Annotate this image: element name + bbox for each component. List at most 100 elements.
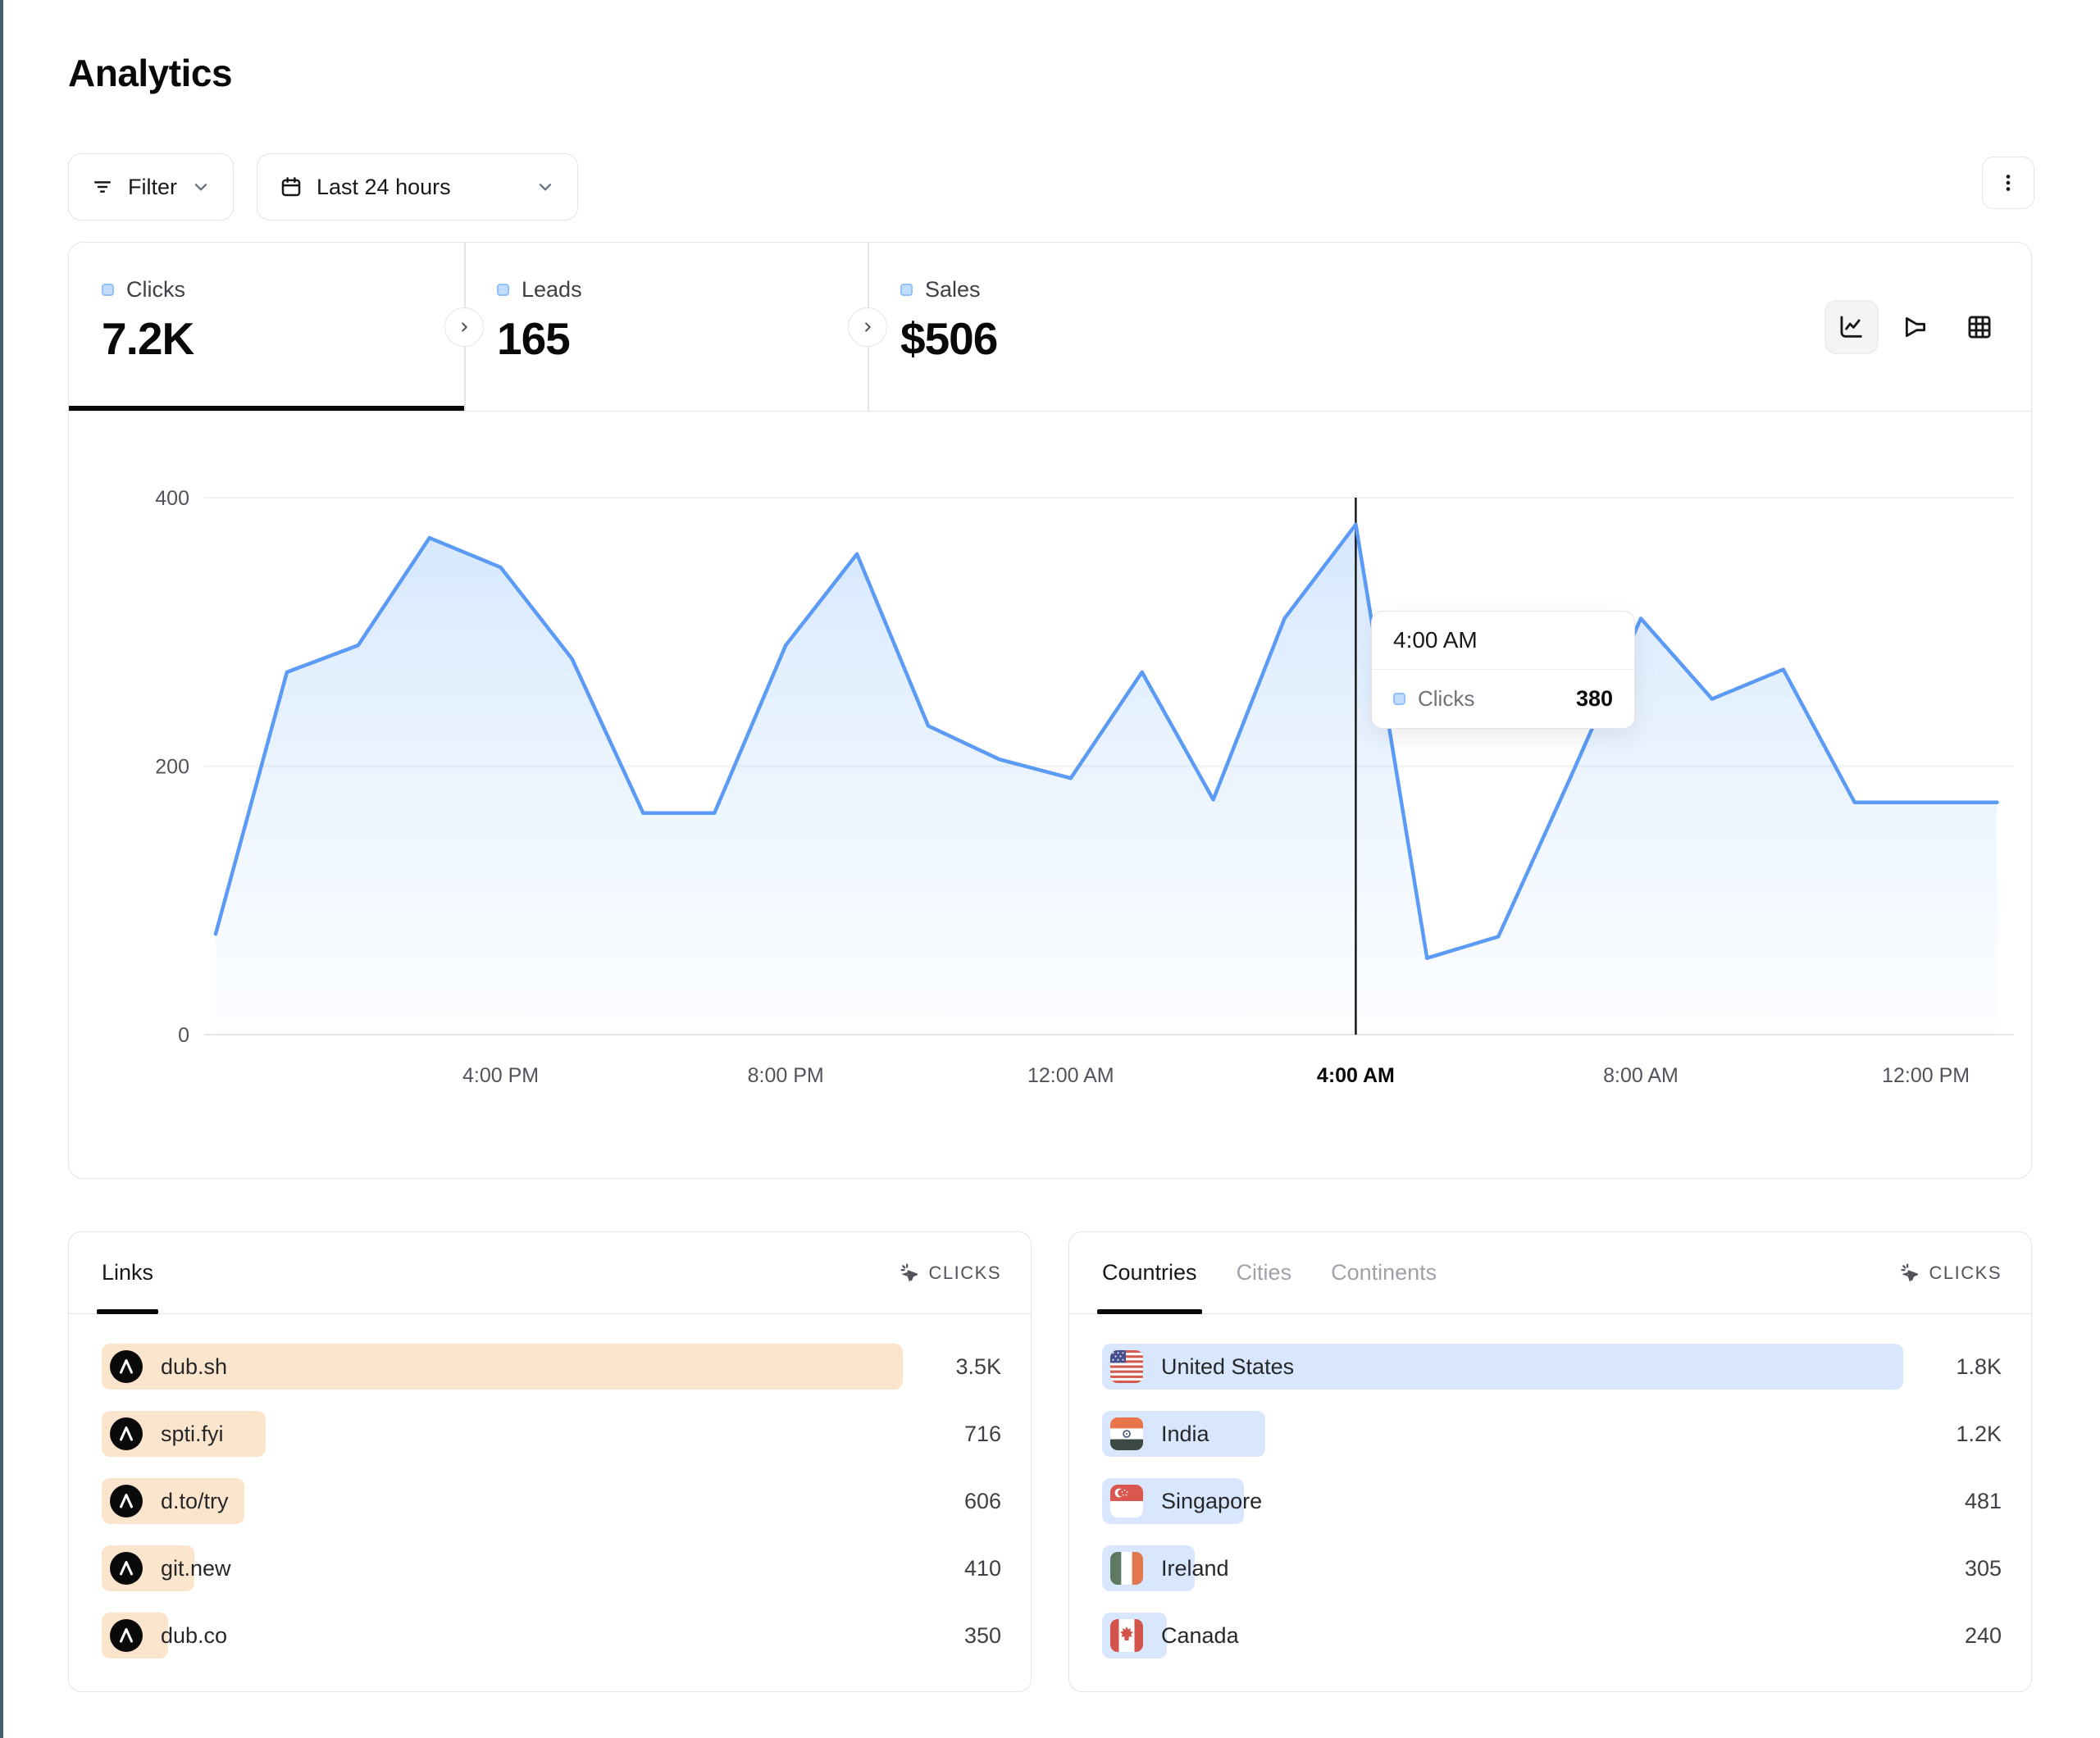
row-name: Singapore: [1161, 1489, 1262, 1514]
tab-clicks[interactable]: Clicks 7.2K: [69, 243, 464, 411]
row-value: 716: [964, 1411, 1001, 1457]
page-title: Analytics: [68, 51, 232, 95]
chevron-right-icon: [859, 318, 877, 336]
list-item[interactable]: git.new 410: [102, 1545, 1001, 1591]
svg-text:400: 400: [155, 487, 189, 510]
list-item[interactable]: dub.sh 3.5K: [102, 1344, 1001, 1390]
date-range-button[interactable]: Last 24 hours: [257, 153, 578, 221]
row-name: spti.fyi: [161, 1422, 224, 1447]
list-item[interactable]: Singapore 481: [1102, 1478, 2002, 1524]
row-value: 350: [964, 1613, 1001, 1658]
area-chart-canvas[interactable]: 0 200 400 4:00 PM 8:00 PM 12:00 AM 4:00 AM 8:00…: [69, 412, 2032, 1179]
stats-row: Clicks 7.2K Leads 165 Sales $506: [69, 243, 2031, 412]
svg-text:0: 0: [178, 1024, 189, 1047]
svg-text:12:00 AM: 12:00 AM: [1027, 1064, 1114, 1087]
table-view-button[interactable]: [1952, 300, 2007, 354]
list-item[interactable]: spti.fyi 716: [102, 1411, 1001, 1457]
line-chart-icon: [1838, 313, 1865, 341]
more-options-button[interactable]: [1982, 157, 2034, 209]
cursor-click-icon: [1899, 1262, 1921, 1284]
filter-button-label: Filter: [128, 175, 177, 200]
left-edge-accent: [0, 0, 3, 1738]
filter-button[interactable]: Filter: [68, 153, 234, 221]
row-value: 481: [1965, 1478, 2002, 1524]
filter-icon: [90, 175, 115, 199]
expand-leads-button[interactable]: [848, 307, 887, 347]
tooltip-value: 380: [1576, 686, 1613, 712]
row-value: 1.8K: [1956, 1344, 2002, 1390]
tab-continents[interactable]: Continents: [1331, 1232, 1437, 1313]
list-item[interactable]: Ireland 305: [1102, 1545, 2002, 1591]
svg-text:12:00 PM: 12:00 PM: [1882, 1064, 1970, 1087]
tooltip-series-label: Clicks: [1418, 686, 1474, 712]
flag-us-icon: [1110, 1350, 1143, 1383]
funnel-chart-icon: [1902, 313, 1929, 341]
line-chart-view-button[interactable]: [1824, 300, 1879, 354]
dub-logo-icon: [110, 1619, 143, 1652]
sales-legend-square: [900, 284, 913, 296]
row-name: dub.sh: [161, 1354, 227, 1380]
countries-list: United States 1.8K India 1.2K Singapore …: [1069, 1314, 2031, 1658]
list-item[interactable]: dub.co 350: [102, 1613, 1001, 1658]
tab-sales[interactable]: Sales $506: [868, 243, 1278, 411]
expand-clicks-button[interactable]: [444, 307, 484, 347]
sales-stat-label: Sales: [925, 277, 981, 303]
row-value: 410: [964, 1545, 1001, 1591]
tooltip-legend-square: [1393, 693, 1405, 705]
date-range-label: Last 24 hours: [317, 175, 522, 200]
list-item[interactable]: United States 1.8K: [1102, 1344, 2002, 1390]
tab-cities[interactable]: Cities: [1237, 1232, 1292, 1313]
kebab-menu-icon: [1997, 171, 2020, 194]
clicks-stat-label: Clicks: [126, 277, 185, 303]
row-value: 3.5K: [955, 1344, 1001, 1390]
table-icon: [1966, 313, 1993, 341]
row-value: 240: [1965, 1613, 2002, 1658]
leads-legend-square: [497, 284, 509, 296]
svg-text:4:00 PM: 4:00 PM: [462, 1064, 539, 1087]
leads-stat-label: Leads: [522, 277, 582, 303]
dub-logo-icon: [110, 1552, 143, 1585]
sales-stat-value: $506: [900, 312, 1278, 365]
row-value: 606: [964, 1478, 1001, 1524]
svg-text:200: 200: [155, 756, 189, 779]
flag-ca-icon: [1110, 1619, 1143, 1652]
leads-stat-value: 165: [497, 312, 868, 365]
flag-sg-icon: [1110, 1485, 1143, 1517]
calendar-icon: [279, 175, 303, 199]
flag-ie-icon: [1110, 1552, 1143, 1585]
svg-text:4:00 AM: 4:00 AM: [1317, 1064, 1395, 1087]
tab-countries[interactable]: Countries: [1102, 1232, 1197, 1313]
list-item[interactable]: India 1.2K: [1102, 1411, 2002, 1457]
toolbar: Filter Last 24 hours: [68, 153, 2034, 221]
svg-text:8:00 AM: 8:00 AM: [1603, 1064, 1679, 1087]
chevron-down-icon: [190, 176, 212, 198]
analytics-page: Analytics Filter Last 24 hours: [0, 0, 2100, 1738]
chart-view-switcher: [1824, 300, 2007, 354]
tab-links[interactable]: Links: [102, 1232, 153, 1313]
geo-metric-selector[interactable]: CLICKS: [1899, 1262, 2002, 1284]
links-panel-header: Links CLICKS: [69, 1232, 1031, 1314]
row-name: Ireland: [1161, 1556, 1229, 1581]
funnel-view-button[interactable]: [1888, 300, 1943, 354]
chevron-right-icon: [455, 318, 473, 336]
dub-logo-icon: [110, 1485, 143, 1517]
clicks-stat-value: 7.2K: [102, 312, 464, 365]
svg-text:8:00 PM: 8:00 PM: [748, 1064, 824, 1087]
cursor-click-icon: [899, 1262, 921, 1284]
tab-leads[interactable]: Leads 165: [464, 243, 868, 411]
row-name: d.to/try: [161, 1489, 229, 1514]
row-value: 305: [1965, 1545, 2002, 1591]
active-tab-underline: [69, 406, 464, 411]
clicks-chart[interactable]: 0 200 400 4:00 PM 8:00 PM 12:00 AM 4:00 AM 8:00…: [69, 412, 2032, 1179]
row-name: dub.co: [161, 1623, 227, 1649]
links-metric-label: CLICKS: [929, 1263, 1001, 1284]
list-item[interactable]: Canada 240: [1102, 1613, 2002, 1658]
links-metric-selector[interactable]: CLICKS: [899, 1262, 1001, 1284]
links-panel: Links CLICKS dub.sh 3.5K spti.fyi 716 d: [68, 1231, 1032, 1692]
chevron-down-icon: [535, 176, 556, 198]
list-item[interactable]: d.to/try 606: [102, 1478, 1001, 1524]
analytics-card: Clicks 7.2K Leads 165 Sales $506: [68, 242, 2032, 1179]
row-name: Canada: [1161, 1623, 1239, 1649]
row-name: India: [1161, 1422, 1209, 1447]
row-name: United States: [1161, 1354, 1294, 1380]
